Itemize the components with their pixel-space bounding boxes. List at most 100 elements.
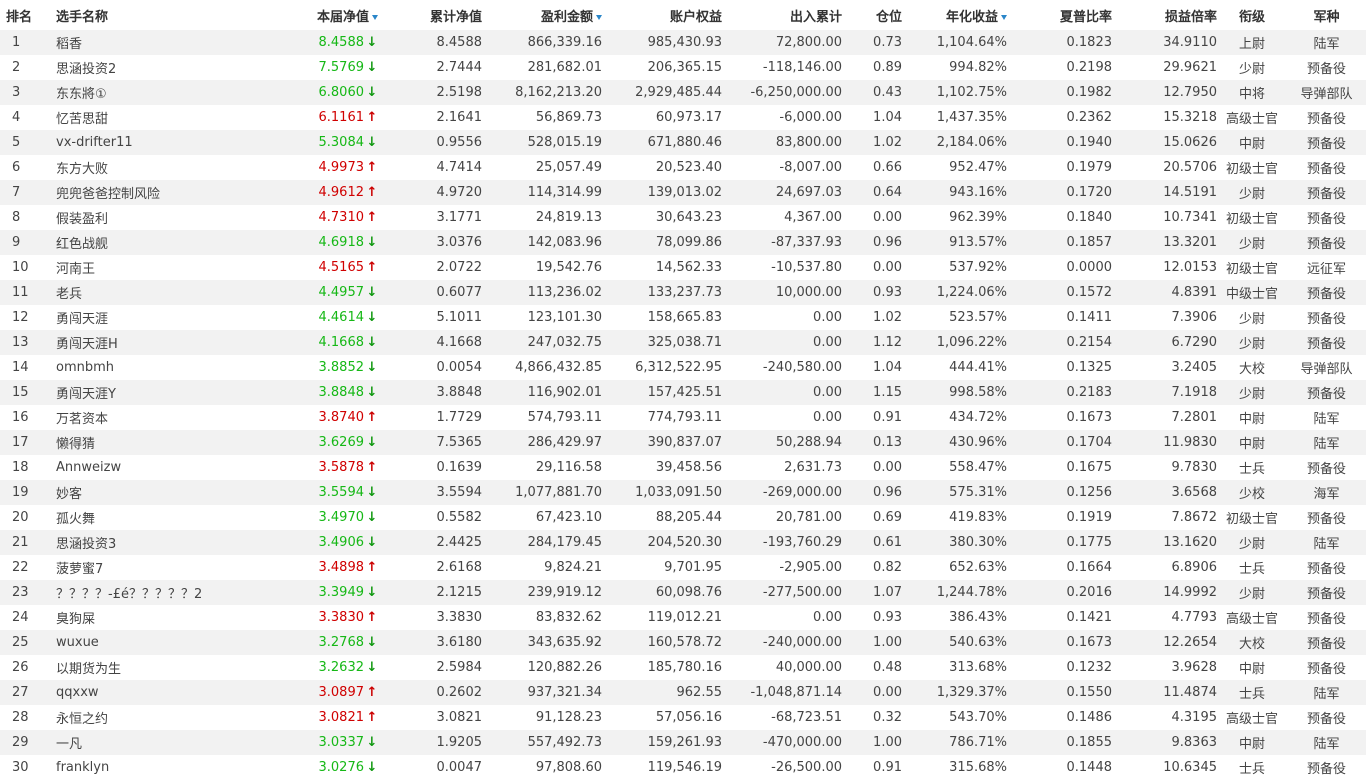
- player-name[interactable]: 孤火舞: [52, 505, 302, 530]
- player-name[interactable]: 勇闯天涯Y: [52, 380, 302, 405]
- header-rank: 排名: [6, 9, 33, 25]
- arrow-down-icon: ↓: [366, 735, 378, 750]
- player-name[interactable]: 臭狗屎: [52, 605, 302, 630]
- player-name[interactable]: 万茗资本: [52, 405, 302, 430]
- table-row[interactable]: 12 勇闯天涯 4.4614 ↓ 5.1011 123,101.30 158,665.83 0…: [0, 305, 1366, 330]
- table-row[interactable]: 26 以期货为生 3.2632 ↓ 2.5984 120,882.26 185,780.16…: [0, 655, 1366, 680]
- nav-value: 3.8852: [318, 360, 365, 375]
- flow-cell: 20,781.00: [775, 510, 842, 525]
- player-name[interactable]: 勇闯天涯: [52, 305, 302, 330]
- cum-nav-cell: 3.1771: [436, 210, 483, 225]
- annual-cell: 430.96%: [949, 435, 1007, 450]
- table-row[interactable]: 3 东东將① 6.8060 ↓ 2.5198 8,162,213.20 2,929,485.…: [0, 80, 1366, 105]
- table-row[interactable]: 10 河南王 4.5165 ↑ 2.0722 19,542.76 14,562.33 -10,…: [0, 255, 1366, 280]
- sharpe-cell: 0.2362: [1066, 110, 1113, 125]
- player-name[interactable]: 懒得猜: [52, 430, 302, 455]
- table-row[interactable]: 6 东方大败 4.9973 ↑ 4.7414 25,057.49 20,523.40 -8,0…: [0, 155, 1366, 180]
- player-name[interactable]: 菠萝蜜7: [52, 555, 302, 580]
- table-row[interactable]: 18 Annweizw 3.5878 ↑ 0.1639 29,116.58 39,458.5…: [0, 455, 1366, 480]
- header-equity: 账户权益: [669, 9, 722, 25]
- table-row[interactable]: 5 vx-drifter11 5.3084 ↓ 0.9556 528,015.19 671,…: [0, 130, 1366, 155]
- cum-nav-cell: 5.1011: [436, 310, 483, 325]
- table-row[interactable]: 2 思涵投资2 7.5769 ↓ 2.7444 281,682.01 206,365.15-…: [0, 55, 1366, 80]
- player-name[interactable]: wuxue: [52, 630, 302, 655]
- cum-nav-cell: 3.0376: [436, 235, 483, 250]
- player-name[interactable]: ？？？？-£é？？？？？2: [52, 580, 302, 605]
- player-name[interactable]: vx-drifter11: [52, 130, 302, 155]
- grade-cell: 少尉: [1238, 587, 1265, 602]
- player-name[interactable]: 假装盈利: [52, 205, 302, 230]
- nav-value: 3.6269: [318, 435, 365, 450]
- flow-cell: -193,760.29: [762, 535, 842, 550]
- player-name[interactable]: qqxxw: [52, 680, 302, 705]
- table-row[interactable]: 29 一凡 3.0337 ↓ 1.9205 557,492.73 159,261.93 -47…: [0, 730, 1366, 755]
- table-row[interactable]: 28 永恒之约 3.0821 ↑ 3.0821 91,128.23 57,056.16 -68…: [0, 705, 1366, 730]
- table-row[interactable]: 19 妙客 3.5594 ↓ 3.5594 1,077,881.70 1,033,091.5…: [0, 480, 1366, 505]
- table-row[interactable]: 25 wuxue 3.2768 ↓ 3.6180 343,635.92 160,578.72…: [0, 630, 1366, 655]
- equity-cell: 60,098.76: [655, 585, 722, 600]
- player-name[interactable]: 河南王: [52, 255, 302, 280]
- pl-ratio-cell: 6.7290: [1171, 335, 1218, 350]
- player-name[interactable]: 永恒之约: [52, 705, 302, 730]
- rank-cell: 25: [12, 635, 29, 650]
- grade-cell: 少尉: [1238, 237, 1265, 252]
- player-name[interactable]: 勇闯天涯H: [52, 330, 302, 355]
- branch-cell: 陆军: [1313, 687, 1340, 702]
- table-row[interactable]: 20 孤火舞 3.4970 ↓ 0.5582 67,423.10 88,205.44 20,7…: [0, 505, 1366, 530]
- position-cell: 1.02: [873, 135, 902, 150]
- table-row[interactable]: 21 思涵投资3 3.4906 ↓ 2.4425 284,179.45 204,520.30…: [0, 530, 1366, 555]
- pl-ratio-cell: 14.5191: [1163, 185, 1217, 200]
- table-row[interactable]: 16 万茗资本 3.8740 ↑ 1.7729 574,793.11 774,793.11 0…: [0, 405, 1366, 430]
- player-name[interactable]: 妙客: [52, 480, 302, 505]
- player-name[interactable]: franklyn: [52, 755, 302, 780]
- player-name[interactable]: 红色战舰: [52, 230, 302, 255]
- table-row[interactable]: 1 稻香 8.4588 ↓ 8.4588 866,339.16 985,430.93 72,8…: [0, 30, 1366, 55]
- table-row[interactable]: 7 兜兜爸爸控制风险 4.9612 ↑ 4.9720 114,314.99 139,013.…: [0, 180, 1366, 205]
- profit-cell: 19,542.76: [535, 260, 602, 275]
- header-nav[interactable]: 本届净值: [302, 0, 378, 30]
- cum-nav-cell: 0.1639: [436, 460, 483, 475]
- position-cell: 0.66: [873, 160, 902, 175]
- nav-cell: 3.3830 ↑: [302, 605, 378, 630]
- pl-ratio-cell: 9.7830: [1171, 460, 1218, 475]
- player-name[interactable]: 东方大败: [52, 155, 302, 180]
- table-row[interactable]: 14 omnbmh 3.8852 ↓ 0.0054 4,866,432.85 6,312,5…: [0, 355, 1366, 380]
- table-row[interactable]: 23 ？？？？-£é？？？？？2 3.3949 ↓ 2.1215 239,919.12 60…: [0, 580, 1366, 605]
- cum-nav-cell: 1.9205: [436, 735, 483, 750]
- player-name[interactable]: 思涵投资2: [52, 55, 302, 80]
- table-row[interactable]: 24 臭狗屎 3.3830 ↑ 3.3830 83,832.62 119,012.21 0.0…: [0, 605, 1366, 630]
- table-row[interactable]: 13 勇闯天涯H 4.1668 ↓ 4.1668 247,032.75 325,038.71…: [0, 330, 1366, 355]
- arrow-down-icon: ↓: [366, 635, 378, 650]
- grade-cell: 士兵: [1238, 687, 1265, 702]
- player-name[interactable]: 思涵投资3: [52, 530, 302, 555]
- player-name[interactable]: 以期货为生: [52, 655, 302, 680]
- player-name[interactable]: 忆苦思甜: [52, 105, 302, 130]
- grade-cell: 中将: [1238, 87, 1265, 102]
- table-row[interactable]: 27 qqxxw 3.0897 ↑ 0.2602 937,321.34 962.55 -1,0…: [0, 680, 1366, 705]
- table-row[interactable]: 9 红色战舰 4.6918 ↓ 3.0376 142,083.96 78,099.86 -87…: [0, 230, 1366, 255]
- player-name[interactable]: 东东將①: [52, 80, 302, 105]
- player-name[interactable]: Annweizw: [52, 455, 302, 480]
- cum-nav-cell: 7.5365: [436, 435, 483, 450]
- player-name[interactable]: 一凡: [52, 730, 302, 755]
- nav-value: 3.0337: [318, 735, 365, 750]
- rank-cell: 2: [12, 60, 21, 75]
- table-row[interactable]: 30 franklyn 3.0276 ↓ 0.0047 97,808.60 119,546.…: [0, 755, 1366, 780]
- pl-ratio-cell: 7.1918: [1171, 385, 1218, 400]
- grade-cell: 高级士官: [1225, 612, 1278, 627]
- player-name[interactable]: omnbmh: [52, 355, 302, 380]
- table-row[interactable]: 8 假装盈利 4.7310 ↑ 3.1771 24,819.13 30,643.23 4,36…: [0, 205, 1366, 230]
- branch-cell: 预备役: [1306, 162, 1346, 177]
- table-row[interactable]: 11 老兵 4.4957 ↓ 0.6077 113,236.02 133,237.73 10,…: [0, 280, 1366, 305]
- header-annual[interactable]: 年化收益: [902, 0, 1007, 30]
- header-profit[interactable]: 盈利金额: [482, 0, 602, 30]
- table-row[interactable]: 17 懒得猜 3.6269 ↓ 7.5365 286,429.97 390,837.07 50…: [0, 430, 1366, 455]
- table-row[interactable]: 4 忆苦思甜 6.1161 ↑ 2.1641 56,869.73 60,973.17 -6,0…: [0, 105, 1366, 130]
- player-name[interactable]: 稻香: [52, 30, 302, 55]
- sharpe-cell: 0.1823: [1066, 35, 1113, 50]
- table-row[interactable]: 22 菠萝蜜7 3.4898 ↑ 2.6168 9,824.21 9,701.95 -2,90…: [0, 555, 1366, 580]
- cum-nav-cell: 2.6168: [436, 560, 483, 575]
- player-name[interactable]: 老兵: [52, 280, 302, 305]
- player-name[interactable]: 兜兜爸爸控制风险: [52, 180, 302, 205]
- table-row[interactable]: 15 勇闯天涯Y 3.8848 ↓ 3.8848 116,902.01 157,425.51…: [0, 380, 1366, 405]
